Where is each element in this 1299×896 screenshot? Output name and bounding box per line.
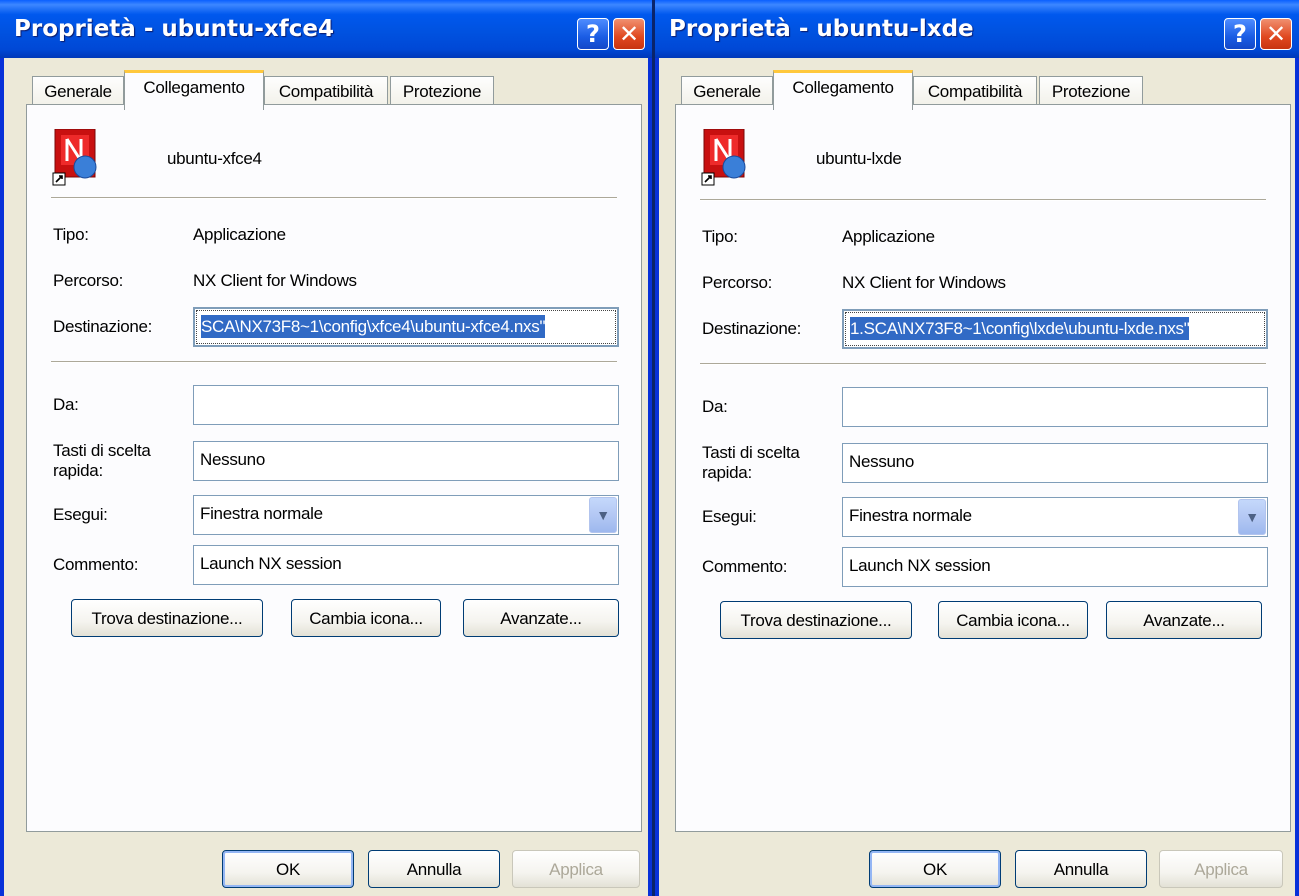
label-destinazione: Destinazione: [702, 319, 802, 338]
tab-panel: ubuntu-xfce4 Tipo: Applicazione Percorso… [26, 104, 642, 832]
start-in-input[interactable] [842, 387, 1268, 427]
shortcut-key-input[interactable]: Nessuno [842, 443, 1268, 483]
label-esegui: Esegui: [702, 507, 757, 526]
nx-shortcut-icon [701, 129, 746, 186]
label-destinazione: Destinazione: [53, 317, 153, 336]
label-commento: Commento: [53, 555, 139, 574]
label-percorso: Percorso: [702, 273, 773, 292]
apply-button[interactable]: Applica [512, 850, 640, 888]
value-percorso: NX Client for Windows [193, 271, 357, 290]
tab-panel: ubuntu-lxde Tipo: Applicazione Percorso:… [675, 104, 1291, 832]
label-tasti-line1: Tasti di scelta [702, 443, 800, 462]
run-select-value: Finestra normale [200, 504, 323, 523]
divider [700, 199, 1266, 201]
window-title: Proprietà - ubuntu-lxde [669, 16, 974, 42]
run-select-value: Finestra normale [849, 506, 972, 525]
help-icon[interactable]: ? [577, 18, 609, 50]
comment-input[interactable]: Launch NX session [842, 547, 1268, 587]
run-select[interactable]: Finestra normale ▼ [842, 497, 1268, 537]
run-select[interactable]: Finestra normale ▼ [193, 495, 619, 535]
properties-window-xfce4: Proprietà - ubuntu-xfce4 ? ✕ Generale Co… [0, 0, 652, 896]
tab-collegamento[interactable]: Collegamento [773, 70, 913, 110]
apply-button[interactable]: Applica [1159, 850, 1283, 888]
divider [700, 363, 1266, 365]
shortcut-key-input[interactable]: Nessuno [193, 441, 619, 481]
ok-button[interactable]: OK [222, 850, 354, 888]
label-tasti-line1: Tasti di scelta [53, 441, 151, 460]
help-icon[interactable]: ? [1224, 18, 1256, 50]
nx-shortcut-icon [52, 129, 97, 186]
tab-collegamento[interactable]: Collegamento [124, 70, 264, 110]
label-percorso: Percorso: [53, 271, 124, 290]
label-tasti-line2: rapida: [53, 461, 103, 480]
find-target-button[interactable]: Trova destinazione... [720, 601, 912, 639]
advanced-button[interactable]: Avanzate... [1106, 601, 1262, 639]
label-esegui: Esegui: [53, 505, 108, 524]
label-tipo: Tipo: [702, 227, 738, 246]
close-icon[interactable]: ✕ [1260, 18, 1292, 50]
change-icon-button[interactable]: Cambia icona... [291, 599, 441, 637]
change-icon-button[interactable]: Cambia icona... [938, 601, 1088, 639]
label-da: Da: [53, 395, 79, 414]
destination-input[interactable]: SCA\NX73F8~1\config\xfce4\ubuntu-xfce4.n… [193, 307, 619, 347]
cancel-button[interactable]: Annulla [1015, 850, 1147, 888]
cancel-button[interactable]: Annulla [368, 850, 500, 888]
value-tipo: Applicazione [193, 225, 286, 244]
divider [51, 197, 617, 199]
find-target-button[interactable]: Trova destinazione... [71, 599, 263, 637]
chevron-down-icon[interactable]: ▼ [1238, 499, 1266, 535]
ok-button[interactable]: OK [869, 850, 1001, 888]
properties-window-lxde: Proprietà - ubuntu-lxde ? ✕ Generale Col… [655, 0, 1299, 896]
destination-input[interactable]: 1.SCA\NX73F8~1\config\lxde\ubuntu-lxde.n… [842, 309, 1268, 349]
value-tipo: Applicazione [842, 227, 935, 246]
value-percorso: NX Client for Windows [842, 273, 1006, 292]
advanced-button[interactable]: Avanzate... [463, 599, 619, 637]
window-title: Proprietà - ubuntu-xfce4 [14, 16, 334, 42]
label-tipo: Tipo: [53, 225, 89, 244]
chevron-down-icon[interactable]: ▼ [589, 497, 617, 533]
title-bar[interactable]: Proprietà - ubuntu-lxde ? ✕ [655, 0, 1299, 58]
title-bar[interactable]: Proprietà - ubuntu-xfce4 ? ✕ [0, 0, 652, 58]
label-da: Da: [702, 397, 728, 416]
shortcut-name: ubuntu-xfce4 [167, 149, 262, 168]
close-icon[interactable]: ✕ [613, 18, 645, 50]
destination-value: SCA\NX73F8~1\config\xfce4\ubuntu-xfce4.n… [201, 315, 546, 338]
label-commento: Commento: [702, 557, 788, 576]
start-in-input[interactable] [193, 385, 619, 425]
label-tasti-line2: rapida: [702, 463, 752, 482]
shortcut-name: ubuntu-lxde [816, 149, 902, 168]
comment-input[interactable]: Launch NX session [193, 545, 619, 585]
destination-value: 1.SCA\NX73F8~1\config\lxde\ubuntu-lxde.n… [850, 317, 1190, 340]
divider [51, 361, 617, 363]
